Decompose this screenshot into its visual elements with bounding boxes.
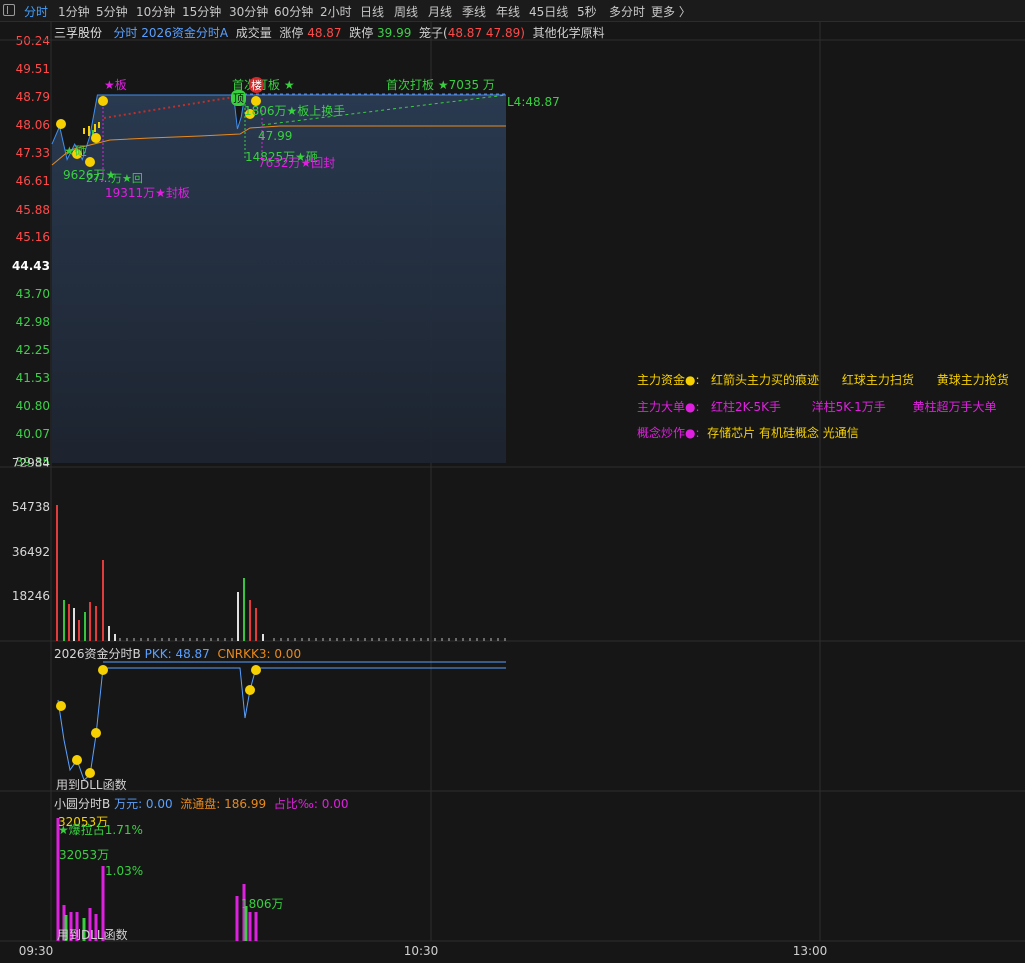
annotation-l4: L4:48.87 — [507, 95, 560, 109]
legend-item: 红柱2K-5K手 — [710, 400, 782, 414]
legend-concepts: 概念炒作●: 存储芯片 有机硅概念 光通信 — [637, 424, 859, 441]
indicator-c-title[interactable]: 小圆分时B — [54, 797, 110, 811]
indicator-c-burst: ★爆拉占1.71% — [58, 823, 143, 837]
legend-big-orders: 主力大单●: 红柱2K-5K手 洋柱5K-1万手 黄柱超万手大单 — [637, 398, 997, 415]
legend-item: 黄球主力抢货 — [936, 373, 1009, 387]
annotation-first-board-right: 首次打板 ★7035 万 — [386, 78, 495, 92]
legend-item: 黄柱超万手大单 — [912, 400, 997, 414]
indicator-b-ball — [91, 728, 101, 738]
indicator-c-pct: 1.03% — [105, 864, 144, 878]
yellow-ball-marker — [98, 96, 108, 106]
legend-concept-items: 存储芯片 有机硅概念 光通信 — [707, 426, 859, 440]
annotation-price-4799: 47.99 — [258, 129, 293, 143]
yellow-ball-marker — [56, 119, 66, 129]
indicator-b-ball — [98, 665, 108, 675]
legend-item: 红球主力扫货 — [841, 373, 914, 387]
indicator-b-cnrkk: CNRKK3: 0.00 — [217, 647, 302, 661]
time-axis-label: 10:30 — [404, 944, 439, 958]
annotation-board-change: 1806万★板上换手 — [244, 104, 346, 118]
indicator-c-value-3: 1806万 — [241, 897, 284, 911]
annotation-seal: 19311万★封板 — [105, 186, 190, 200]
indicator-b-pkk: PKK: 48.87 — [144, 647, 210, 661]
time-axis-label: 13:00 — [793, 944, 828, 958]
indicator-b-line-path — [57, 667, 506, 781]
annotation-reseal: 7632万★回封 — [258, 156, 336, 170]
indicator-b-title[interactable]: 2026资金分时B — [54, 647, 141, 661]
legend-item: 红箭头主力买的痕迹 — [710, 373, 819, 387]
legend-main-funds-label: 主力资金●: — [637, 373, 700, 387]
indicator-b-ball — [251, 665, 261, 675]
annotation-star-board: ★板 — [104, 78, 127, 92]
indicator-c-header: 小圆分时B 万元: 0.00 流通盘: 186.99 占比‰: 0.00 — [54, 795, 348, 812]
indicator-c-dll-note: 用到DLL函数 — [57, 928, 128, 942]
legend-concept-label: 概念炒作●: — [637, 426, 700, 440]
indicator-b-ball — [245, 685, 255, 695]
indicator-b-dll-note: 用到DLL函数 — [56, 778, 127, 792]
indicator-b-ball — [56, 701, 66, 711]
legend-item: 洋柱5K-1万手 — [811, 400, 886, 414]
annotation-zha-left: ★砸 — [64, 144, 87, 158]
indicator-c-wan: 万元: 0.00 — [114, 797, 173, 811]
intraday-chart[interactable]: 09:30 10:30 13:00 — [0, 0, 1025, 963]
time-axis-label: 09:30 — [19, 944, 54, 958]
indicator-b-line — [56, 661, 506, 781]
annotation-lou-badge: 楼 — [249, 77, 264, 93]
legend-main-funds: 主力资金●: 红箭头主力买的痕迹 红球主力扫货 黄球主力抢货 — [637, 371, 1009, 388]
indicator-c-ratio: 占比‰: 0.00 — [273, 797, 349, 811]
volume-bars — [56, 505, 506, 641]
yellow-ball-marker — [91, 133, 101, 143]
indicator-c-value-2: 32053万 — [59, 848, 110, 862]
indicator-b-header: 2026资金分时B PKK: 48.87 CNRKK3: 0.00 — [54, 645, 301, 662]
time-axis: 09:30 10:30 13:00 — [19, 944, 828, 958]
indicator-b-ball — [72, 755, 82, 765]
indicator-c-float: 流通盘: 186.99 — [180, 797, 267, 811]
legend-big-order-label: 主力大单●: — [637, 400, 700, 414]
